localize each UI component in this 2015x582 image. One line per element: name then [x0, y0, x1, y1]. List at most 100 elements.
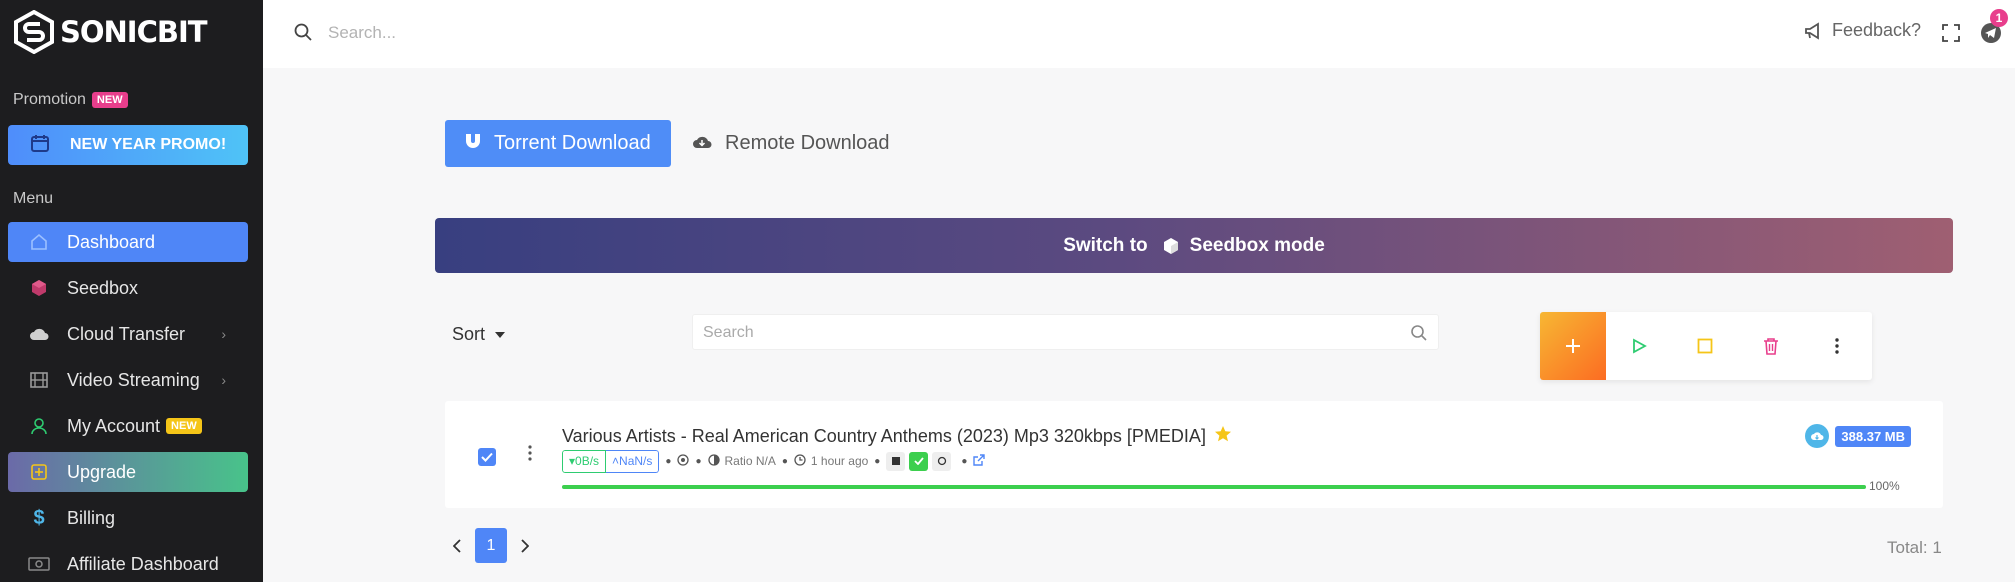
- separator-dot: ●: [961, 455, 968, 467]
- torrent-menu-icon[interactable]: [528, 445, 532, 466]
- tab-remote-download[interactable]: Remote Download: [691, 120, 890, 167]
- separator-dot: ●: [781, 455, 788, 467]
- tab-remote-label: Remote Download: [725, 132, 890, 154]
- dollar-icon: $: [33, 506, 45, 529]
- separator-dot: ●: [874, 455, 881, 467]
- switch-to-seedbox-mode-button[interactable]: Switch to Seedbox mode: [435, 218, 1953, 273]
- cloud-download-icon[interactable]: [1805, 424, 1830, 448]
- sidebar-item-upgrade[interactable]: Upgrade: [8, 452, 248, 492]
- ratio-text: Ratio N/A: [724, 454, 776, 468]
- external-link-icon[interactable]: [973, 453, 986, 469]
- torrent-list-item[interactable]: Various Artists - Real American Country …: [445, 401, 1943, 508]
- torrent-action-bar: [1540, 312, 1872, 380]
- home-icon: [28, 231, 50, 253]
- cloud-download-icon: [691, 132, 713, 156]
- star-icon[interactable]: [1214, 425, 1232, 448]
- chevron-right-icon: ›: [221, 372, 226, 388]
- tab-torrent-label: Torrent Download: [494, 132, 651, 154]
- progress-percent: 100%: [1869, 479, 1900, 493]
- search-icon[interactable]: [1410, 324, 1428, 347]
- torrent-search-input[interactable]: [703, 321, 1383, 345]
- torrent-select-checkbox[interactable]: [478, 448, 496, 466]
- plus-icon: [1566, 339, 1580, 353]
- sidebar-item-my-account[interactable]: My Account NEW: [8, 406, 248, 446]
- plus-square-icon: [28, 461, 50, 483]
- sidebar-item-label: Affiliate Dashboard: [67, 553, 219, 574]
- add-torrent-button[interactable]: [1540, 312, 1606, 380]
- page-button-current[interactable]: 1: [475, 528, 507, 563]
- more-options-button[interactable]: [1804, 312, 1870, 380]
- cube-icon: [28, 277, 50, 299]
- sidebar-item-seedbox[interactable]: Seedbox: [8, 268, 248, 308]
- promotion-section-label: Promotion NEW: [13, 91, 128, 109]
- trash-icon: [1764, 338, 1778, 355]
- sidebar-item-cloud-transfer[interactable]: Cloud Transfer ›: [8, 314, 248, 354]
- seed-status-icon: [677, 453, 690, 469]
- film-icon: [28, 369, 50, 391]
- megaphone-icon: [1805, 21, 1819, 40]
- chevron-right-icon: ›: [221, 326, 226, 342]
- sidebar-item-billing[interactable]: $ Billing: [8, 498, 248, 538]
- clock-icon: [794, 453, 806, 469]
- user-icon: [28, 415, 50, 437]
- progress-bar: [562, 485, 1866, 489]
- sort-dropdown[interactable]: Sort: [452, 324, 506, 345]
- sidebar-item-affiliate-dashboard[interactable]: Affiliate Dashboard: [8, 544, 248, 582]
- tab-torrent-download[interactable]: Torrent Download: [445, 120, 671, 167]
- torrent-size: 388.37 MB: [1805, 424, 1911, 448]
- global-search-input[interactable]: [328, 18, 928, 48]
- size-badge: 388.37 MB: [1835, 425, 1911, 447]
- start-button[interactable]: [1606, 312, 1672, 380]
- stop-icon: [1697, 338, 1713, 354]
- menu-section-label: Menu: [13, 190, 54, 207]
- sort-label: Sort: [452, 324, 486, 344]
- sidebar-item-label: My Account: [67, 415, 161, 436]
- separator-dot: ●: [695, 455, 702, 467]
- feedback-label: Feedback?: [1832, 20, 1922, 40]
- brand-name: SONICBIT: [60, 15, 208, 49]
- chevron-right-icon[interactable]: [513, 529, 537, 563]
- stop-button[interactable]: [1672, 312, 1738, 380]
- torrent-meta: ▾0B/s ˄NaN/s ● ● Ratio N/A ● 1 hour ago …: [562, 449, 986, 473]
- search-icon: [293, 22, 313, 47]
- chevron-left-icon[interactable]: [445, 529, 469, 563]
- money-icon: [28, 553, 50, 575]
- caret-down-icon: [495, 331, 506, 338]
- progress-fill: [562, 485, 1866, 489]
- torrent-search-box: [692, 314, 1439, 350]
- ratio-icon: [707, 453, 720, 469]
- vertical-ellipsis-icon: [1835, 338, 1839, 354]
- feedback-button[interactable]: Feedback?: [1804, 20, 1921, 41]
- cloud-icon: [28, 323, 50, 345]
- play-icon: [1633, 338, 1647, 354]
- switch-mode-label: Seedbox mode: [1189, 234, 1325, 256]
- magnet-icon: [463, 131, 483, 157]
- sidebar-item-dashboard[interactable]: Dashboard: [8, 222, 248, 262]
- promotion-label: Promotion: [13, 91, 86, 108]
- brand-logo[interactable]: SONICBIT: [12, 10, 208, 54]
- sidebar-item-label: Dashboard: [67, 231, 156, 252]
- total-count: Total: 1: [1887, 538, 1942, 557]
- added-time: 1 hour ago: [810, 454, 869, 468]
- new-year-promo-button[interactable]: NEW YEAR PROMO!: [8, 125, 248, 165]
- sidebar: SONICBIT Promotion NEW NEW YEAR PROMO! M…: [0, 0, 263, 582]
- sidebar-item-label: Cloud Transfer: [67, 323, 186, 344]
- check-status-icon: [909, 451, 929, 471]
- separator-dot: ●: [665, 455, 672, 467]
- top-bar: Feedback? 1: [263, 0, 2015, 68]
- notification-count-badge: 1: [1990, 9, 2008, 27]
- promo-button-label: NEW YEAR PROMO!: [70, 136, 227, 153]
- sidebar-item-label: Billing: [67, 507, 116, 528]
- sidebar-item-label: Upgrade: [67, 461, 137, 482]
- speed-indicator: ▾0B/s ˄NaN/s: [562, 449, 660, 473]
- sidebar-item-label: Seedbox: [67, 277, 139, 298]
- switch-prefix-label: Switch to: [1063, 234, 1148, 256]
- fullscreen-icon[interactable]: [1941, 23, 1961, 48]
- sidebar-item-video-streaming[interactable]: Video Streaming ›: [8, 360, 248, 400]
- calendar-icon: [30, 133, 52, 158]
- checkmark-icon: [481, 452, 493, 462]
- pagination: 1: [445, 528, 537, 563]
- delete-button[interactable]: [1738, 312, 1804, 380]
- download-speed: ▾0B/s: [562, 449, 607, 473]
- my-account-new-badge: NEW: [166, 418, 202, 434]
